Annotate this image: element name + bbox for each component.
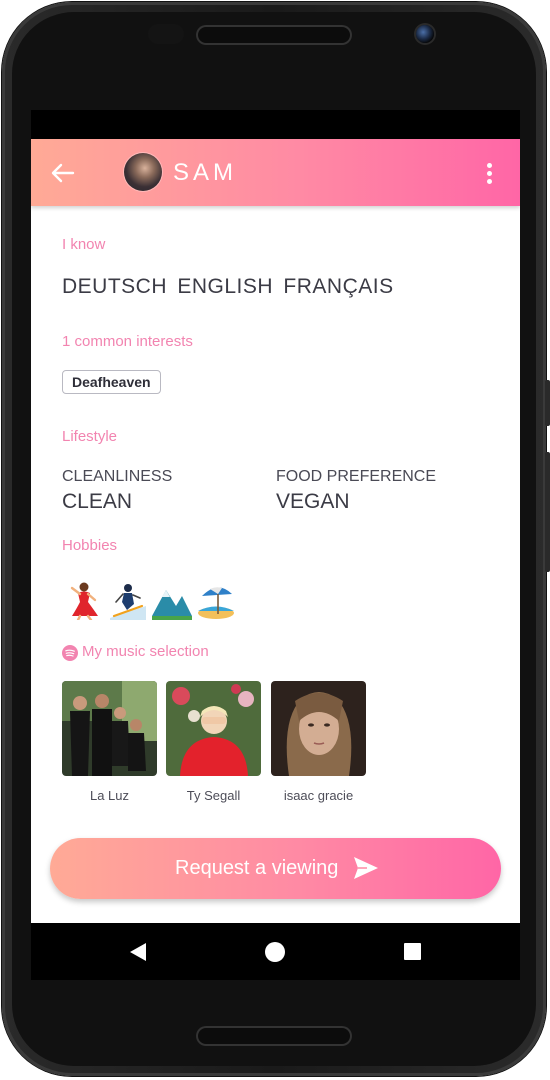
artist-name: isaac gracie <box>283 788 354 803</box>
interest-tag[interactable]: Deafheaven <box>62 370 161 394</box>
arrow-left-icon <box>51 163 75 183</box>
languages-label: I know <box>62 236 106 253</box>
mountains-emoji-icon <box>152 590 192 620</box>
skier-emoji-icon <box>110 584 146 620</box>
artist-album-art[interactable] <box>271 681 366 776</box>
lifestyle-value: VEGAN <box>276 490 350 513</box>
language-item: DEUTSCH <box>62 275 168 298</box>
artist-album-art[interactable] <box>166 681 261 776</box>
profile-name: SAM <box>173 159 238 186</box>
languages-list: DEUTSCH ENGLISH FRANÇAIS <box>62 275 394 299</box>
lifestyle-key: FOOD PREFERENCE <box>276 468 437 485</box>
app-bar: SAM <box>31 139 520 206</box>
bottom-speaker <box>196 1026 352 1046</box>
lifestyle-value: CLEAN <box>62 490 133 513</box>
request-viewing-label: Request a viewing <box>175 857 339 879</box>
interests-label: 1 common interests <box>62 333 193 350</box>
nav-recents-icon[interactable] <box>404 943 421 960</box>
system-navigation-bar <box>31 923 520 980</box>
language-item: FRANÇAIS <box>283 275 394 298</box>
send-icon <box>354 857 378 879</box>
screen: SAM I know DEUTSCH ENGLISH FRANÇAIS 1 co… <box>31 110 520 980</box>
spotify-icon <box>62 645 78 661</box>
beach-umbrella-emoji-icon <box>198 587 234 619</box>
artist-album-art[interactable] <box>62 681 157 776</box>
status-bar <box>31 110 520 139</box>
volume-button <box>545 380 550 426</box>
lifestyle-label: Lifestyle <box>62 428 118 445</box>
profile-content: I know DEUTSCH ENGLISH FRANÇAIS 1 common… <box>31 206 520 923</box>
nav-back-icon[interactable] <box>129 942 147 962</box>
music-selection-label: My music selection <box>82 643 209 660</box>
back-button[interactable] <box>49 159 77 187</box>
hobbies-label: Hobbies <box>62 537 118 554</box>
nav-home-icon[interactable] <box>265 942 285 962</box>
dancer-emoji-icon <box>70 582 98 620</box>
earpiece-speaker <box>196 25 352 45</box>
proximity-sensor <box>148 24 184 44</box>
front-camera <box>416 25 434 43</box>
avatar[interactable] <box>124 153 162 191</box>
language-item: ENGLISH <box>177 275 274 298</box>
power-button <box>545 452 550 572</box>
request-viewing-button[interactable]: Request a viewing <box>50 838 501 899</box>
more-options-button[interactable] <box>481 159 497 187</box>
artist-name: Ty Segall <box>186 788 241 803</box>
lifestyle-key: CLEANLINESS <box>62 468 173 485</box>
artist-name: La Luz <box>89 788 130 803</box>
